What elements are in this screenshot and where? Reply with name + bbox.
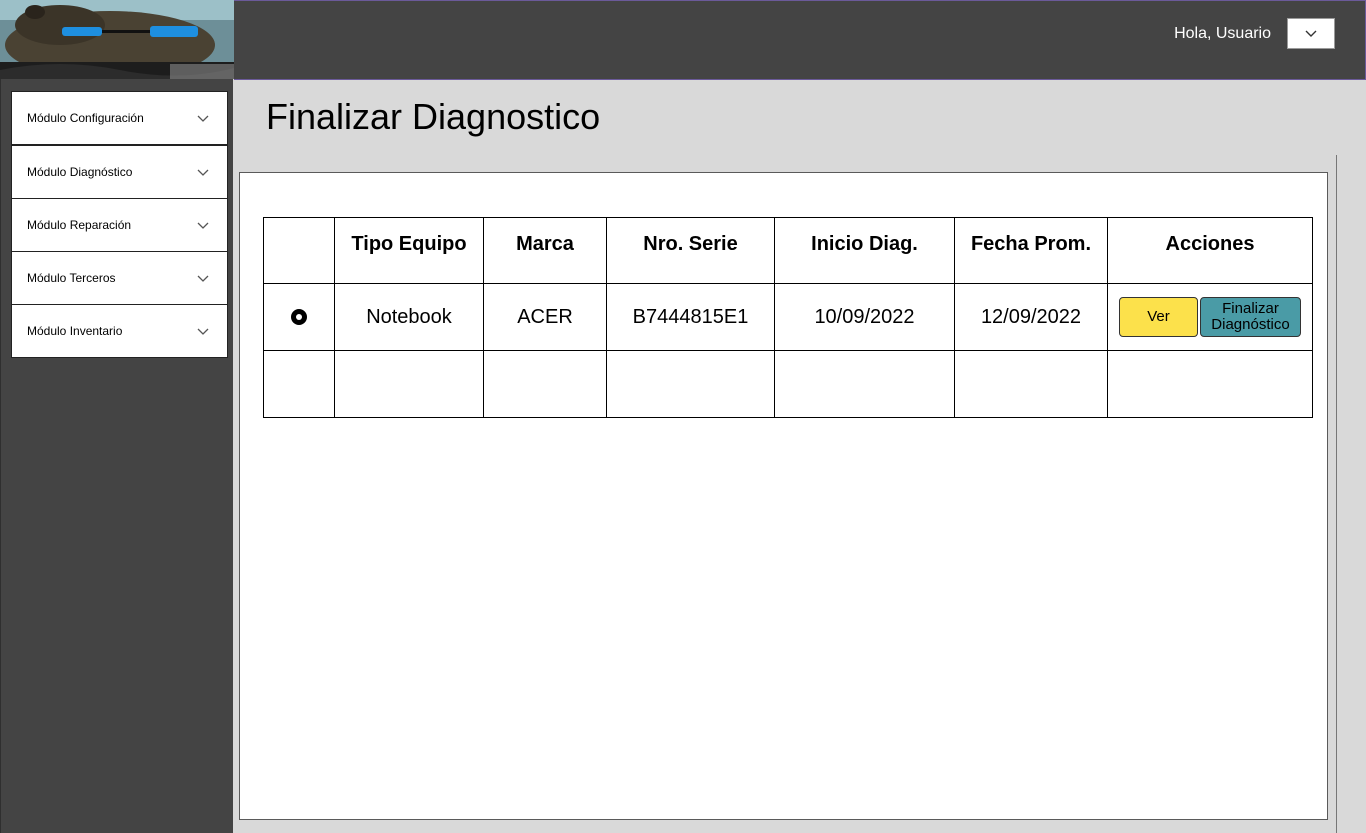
cell-fecha-prom: 12/09/2022: [954, 283, 1108, 351]
chevron-down-icon: [197, 275, 209, 282]
row-select-radio[interactable]: [291, 309, 307, 326]
cell-tipo-equipo: Notebook: [334, 283, 484, 351]
column-header-marca: Marca: [483, 217, 607, 284]
user-menu-dropdown[interactable]: [1287, 18, 1335, 49]
column-header-tipo-equipo: Tipo Equipo: [334, 217, 484, 284]
sidebar-item-label: Módulo Reparación: [27, 218, 132, 232]
sidebar-item-terceros[interactable]: Módulo Terceros: [11, 251, 228, 305]
column-header-inicio-diag: Inicio Diag.: [774, 217, 955, 284]
table-row-empty: [263, 350, 1313, 418]
cell-nro-serie: B7444815E1: [606, 283, 775, 351]
empty-cell: [606, 350, 775, 418]
sidebar-item-reparacion[interactable]: Módulo Reparación: [11, 198, 228, 252]
table-header-row: Tipo Equipo Marca Nro. Serie Inicio Diag…: [263, 217, 1313, 284]
empty-cell: [334, 350, 484, 418]
sidebar: Módulo Configuración Módulo Diagnóstico …: [0, 79, 233, 833]
empty-cell: [774, 350, 955, 418]
sidebar-item-diagnostico[interactable]: Módulo Diagnóstico: [11, 145, 228, 199]
chevron-down-icon: [197, 169, 209, 176]
column-header-fecha-prom: Fecha Prom.: [954, 217, 1108, 284]
finalizar-diagnostico-button[interactable]: Finalizar Diagnóstico: [1200, 297, 1301, 337]
ver-button[interactable]: Ver: [1119, 297, 1198, 337]
sidebar-item-label: Módulo Diagnóstico: [27, 165, 133, 179]
sidebar-item-label: Módulo Inventario: [27, 324, 123, 338]
sidebar-item-label: Módulo Configuración: [27, 111, 144, 125]
user-greeting: Hola, Usuario: [1174, 25, 1271, 42]
app-logo: [0, 0, 234, 79]
capybara-logo-image: [0, 0, 234, 79]
empty-cell: [263, 350, 335, 418]
empty-cell: [1107, 350, 1313, 418]
chevron-down-icon: [197, 328, 209, 335]
cell-acciones: Ver Finalizar Diagnóstico: [1107, 283, 1313, 351]
empty-cell: [954, 350, 1108, 418]
top-header: Hola, Usuario: [234, 0, 1366, 80]
table-row: Notebook ACER B7444815E1 10/09/2022 12/0…: [263, 283, 1313, 351]
chevron-down-icon: [197, 115, 209, 122]
sidebar-item-configuracion[interactable]: Módulo Configuración: [11, 91, 228, 145]
column-header-select: [263, 217, 335, 284]
column-header-nro-serie: Nro. Serie: [606, 217, 775, 284]
page-scroll-area: [1336, 155, 1366, 833]
page-title: Finalizar Diagnostico: [266, 96, 601, 137]
chevron-down-icon: [1305, 30, 1317, 37]
cell-marca: ACER: [483, 283, 607, 351]
cell-inicio-diag: 10/09/2022: [774, 283, 955, 351]
column-header-acciones: Acciones: [1107, 217, 1313, 284]
diagnostics-table: Tipo Equipo Marca Nro. Serie Inicio Diag…: [263, 217, 1313, 418]
empty-cell: [483, 350, 607, 418]
row-select-cell: [263, 283, 335, 351]
sidebar-item-inventario[interactable]: Módulo Inventario: [11, 304, 228, 358]
chevron-down-icon: [197, 222, 209, 229]
sidebar-item-label: Módulo Terceros: [27, 271, 116, 285]
